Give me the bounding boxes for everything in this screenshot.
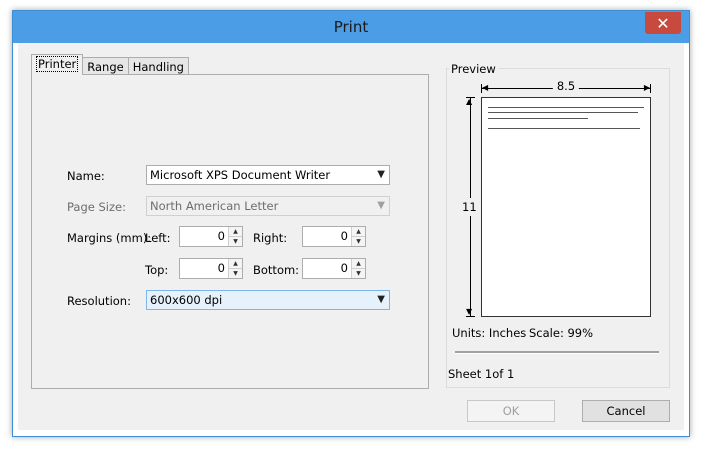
arrow-up-icon[interactable]: ▲ — [352, 259, 365, 269]
page-width-dimension: ◀ ▶ 8.5 — [481, 79, 651, 93]
arrow-down-icon[interactable]: ▼ — [229, 269, 242, 278]
arrow-down-icon[interactable]: ▼ — [352, 237, 365, 246]
page-size-select[interactable]: North American Letter ▼ — [146, 196, 390, 216]
page-size-value: North American Letter — [150, 199, 279, 213]
units-text: Units: Inches — [452, 326, 527, 340]
tab-range[interactable]: Range — [82, 57, 129, 75]
scale-text: Scale: 99% — [529, 326, 594, 340]
print-dialog: Print ✕ Printer Range Handling Name: Mic… — [12, 10, 690, 437]
page-width-label: 8.5 — [552, 79, 580, 93]
arrow-down-icon[interactable]: ▼ — [229, 237, 242, 246]
left-margin-stepper[interactable]: 0 ▲ ▼ — [179, 226, 243, 247]
tab-printer[interactable]: Printer — [31, 54, 84, 75]
margins-label: Margins (mm): — [67, 231, 152, 245]
preview-divider — [455, 351, 659, 354]
tab-printer-label: Printer — [36, 56, 79, 72]
stepper-buttons: ▲ ▼ — [228, 259, 242, 278]
page-preview — [481, 97, 651, 317]
right-margin-stepper[interactable]: 0 ▲ ▼ — [302, 226, 366, 247]
chevron-down-icon: ▼ — [377, 294, 385, 305]
page-size-label: Page Size: — [67, 200, 126, 214]
ok-button[interactable]: OK — [467, 400, 555, 422]
left-margin-value: 0 — [217, 229, 225, 243]
printer-tab-panel: Name: Microsoft XPS Document Writer ▼ Pa… — [31, 74, 429, 389]
arrow-down-icon[interactable]: ▼ — [352, 269, 365, 278]
stepper-buttons: ▲ ▼ — [351, 227, 365, 246]
title-bar[interactable]: Print ✕ — [13, 11, 689, 43]
right-margin-label: Right: — [253, 231, 288, 245]
window-title: Print — [333, 18, 369, 36]
sheet-text: Sheet 1of 1 — [448, 367, 515, 381]
bottom-margin-label: Bottom: — [253, 263, 300, 277]
arrow-up-icon[interactable]: ▲ — [229, 227, 242, 237]
printer-name-select[interactable]: Microsoft XPS Document Writer ▼ — [146, 165, 390, 185]
close-icon: ✕ — [656, 13, 670, 33]
printer-name-value: Microsoft XPS Document Writer — [150, 168, 331, 182]
arrow-up-icon[interactable]: ▲ — [229, 259, 242, 269]
resolution-value: 600x600 dpi — [150, 293, 223, 307]
preview-legend: Preview — [449, 62, 498, 76]
stepper-buttons: ▲ ▼ — [351, 259, 365, 278]
close-button[interactable]: ✕ — [645, 12, 681, 34]
page-height-label: 11 — [462, 198, 477, 216]
top-margin-value: 0 — [217, 261, 225, 275]
resolution-label: Resolution: — [67, 294, 131, 308]
bottom-margin-stepper[interactable]: 0 ▲ ▼ — [302, 258, 366, 279]
top-margin-stepper[interactable]: 0 ▲ ▼ — [179, 258, 243, 279]
cancel-button[interactable]: Cancel — [582, 400, 670, 422]
tab-handling[interactable]: Handling — [127, 57, 189, 75]
stepper-buttons: ▲ ▼ — [228, 227, 242, 246]
resolution-select[interactable]: 600x600 dpi ▼ — [146, 290, 390, 310]
dialog-client-area: Printer Range Handling Name: Microsoft X… — [18, 43, 684, 430]
right-margin-value: 0 — [340, 229, 348, 243]
chevron-down-icon: ▼ — [377, 169, 385, 180]
tab-strip: Printer Range Handling — [31, 53, 189, 75]
chevron-down-icon: ▼ — [377, 200, 385, 211]
name-label: Name: — [67, 169, 105, 183]
left-margin-label: Left: — [145, 231, 171, 245]
arrow-up-icon[interactable]: ▲ — [352, 227, 365, 237]
bottom-margin-value: 0 — [340, 261, 348, 275]
tab-range-label: Range — [87, 60, 124, 74]
tab-handling-label: Handling — [132, 60, 184, 74]
top-margin-label: Top: — [145, 263, 169, 277]
page-height-dimension: ▲ ▼ 11 — [462, 97, 477, 317]
